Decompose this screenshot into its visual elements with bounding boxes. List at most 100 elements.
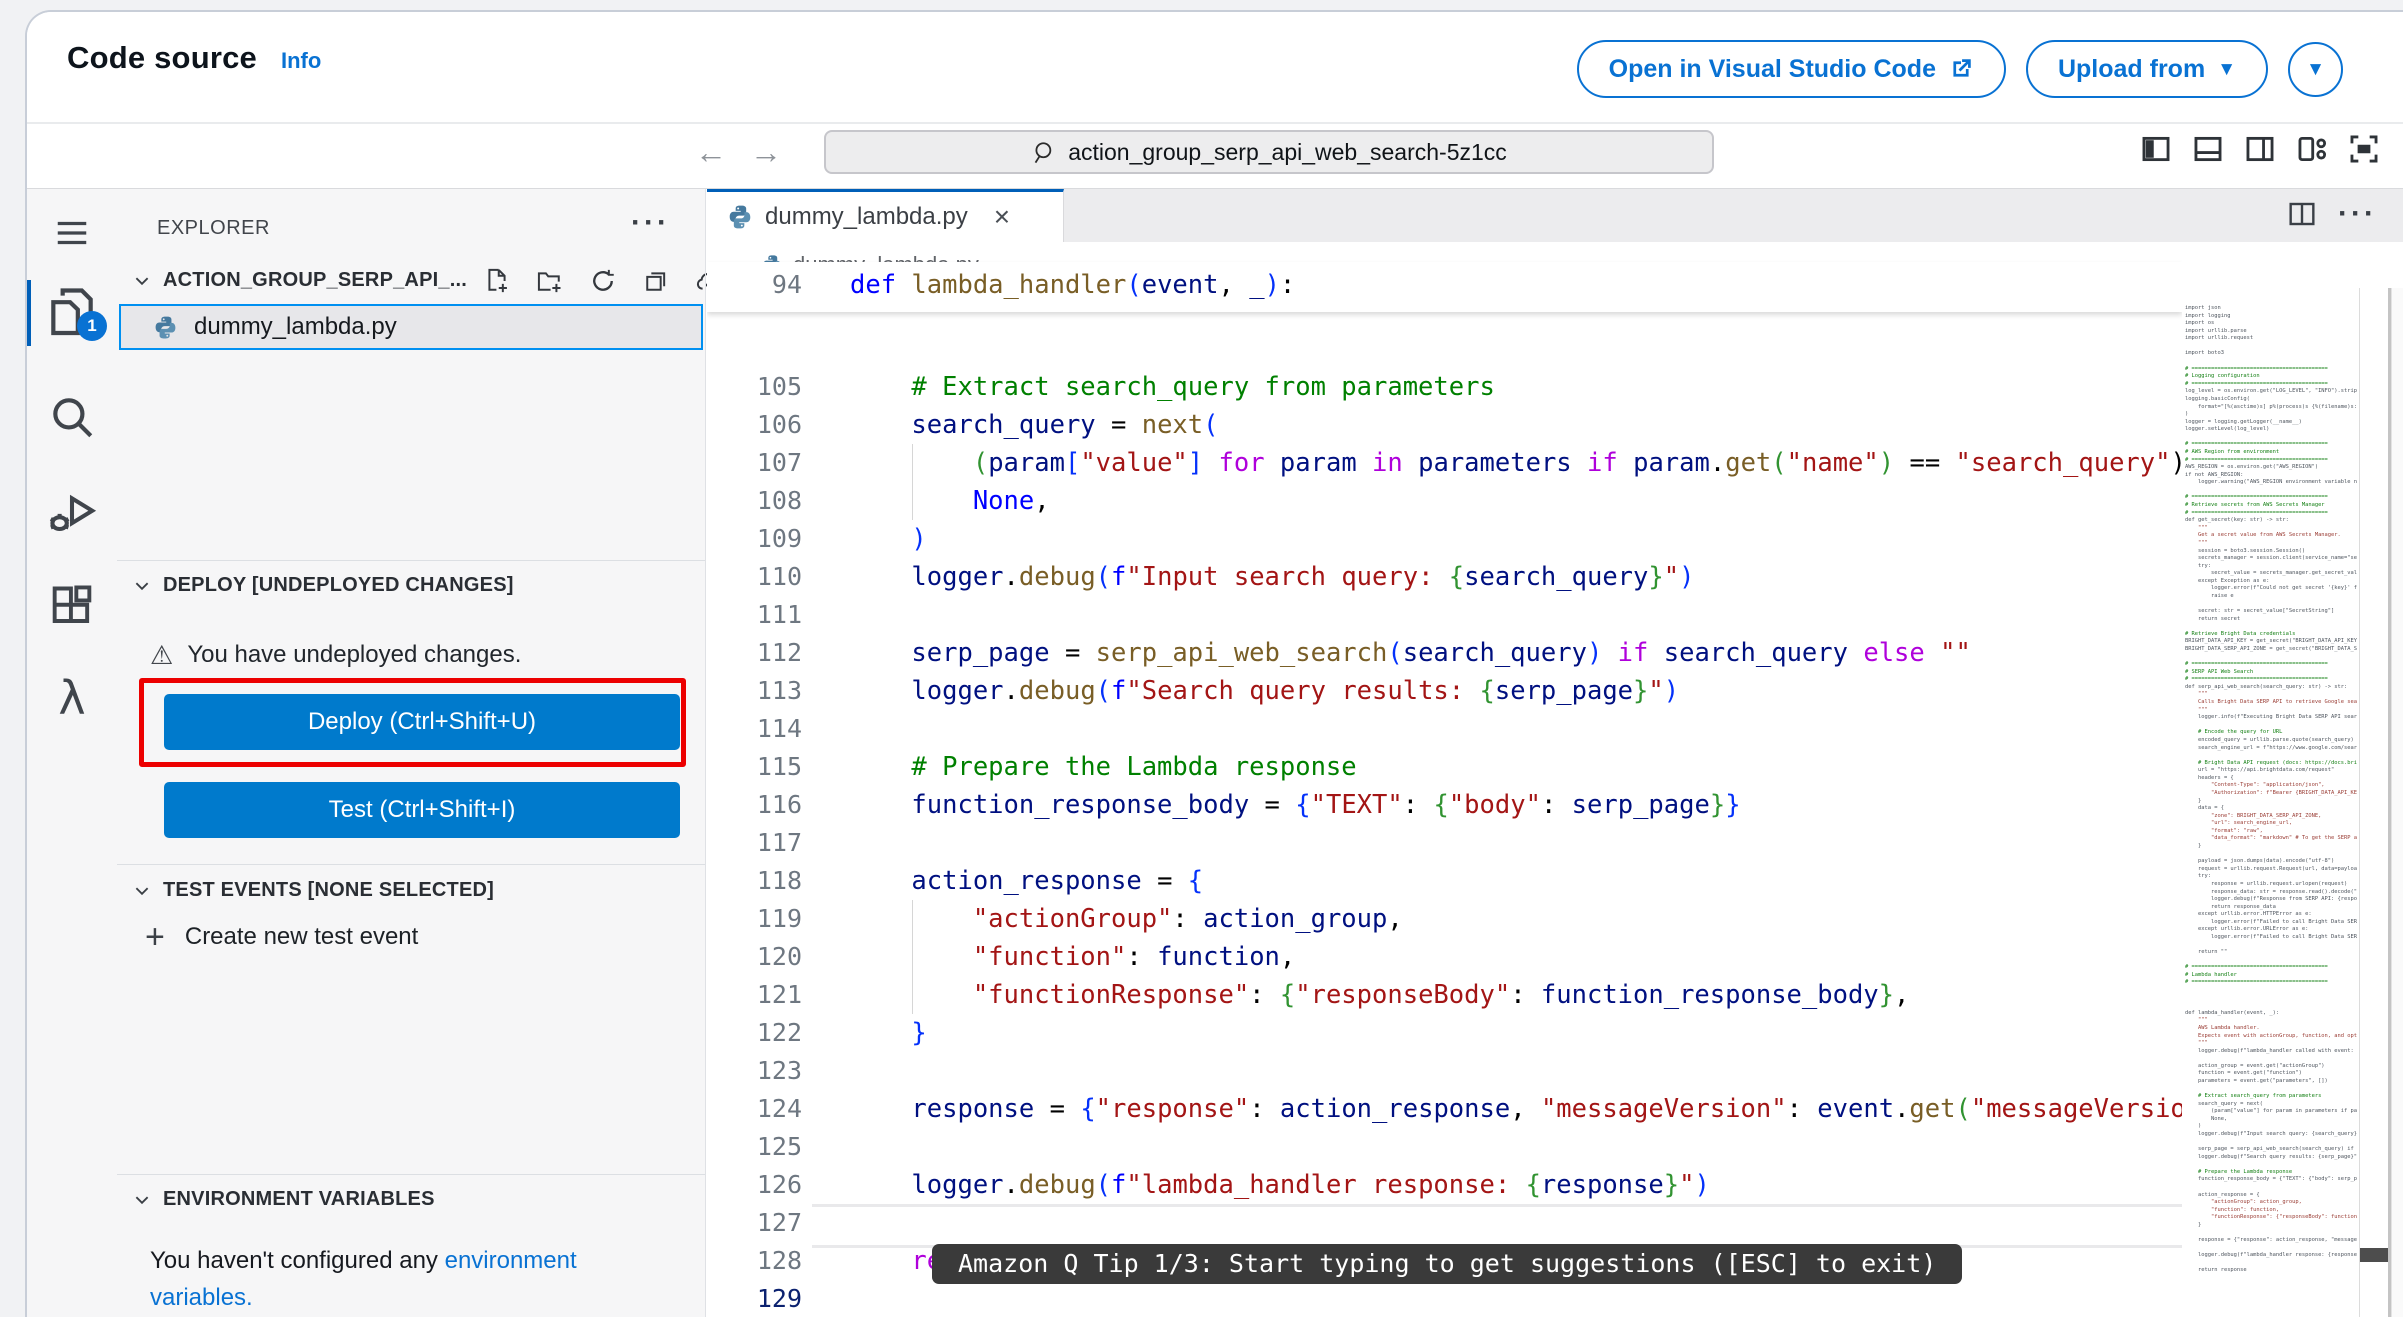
minimap-line: logger.error(f"Failed to call Bright Dat… <box>2210 933 2357 940</box>
minimap-line: logger.debug(f"Input search query: {sear… <box>2185 1131 2357 1138</box>
minimap[interactable]: import json import logging import os import… <box>2185 305 2357 1315</box>
activity-bar: 1 λ <box>27 189 117 1317</box>
warning-icon: ⚠ <box>150 640 174 670</box>
code-line: 129 <box>756 1284 802 1313</box>
explorer-more-icon[interactable]: ··· <box>631 207 670 239</box>
minimap-line: AWS Lambda handler. <box>2185 1024 2260 1031</box>
toggle-panel-icon[interactable] <box>2191 132 2225 166</box>
editor-more-icon[interactable]: ··· <box>2338 198 2377 230</box>
minimap-line: response = urllib.request.urlopen(reques… <box>2185 880 2348 887</box>
deploy-section-header[interactable]: DEPLOY [UNDEPLOYED CHANGES] <box>133 574 514 597</box>
minimap-line: # ======================================… <box>2185 661 2328 668</box>
editor-toolbar: ← → action_group_serp_api_web_search-5z1… <box>27 124 2403 188</box>
back-button[interactable]: ← <box>695 134 727 171</box>
code-line: 123 <box>756 1056 802 1085</box>
code-area[interactable]: 105 # Extract search_query from paramete… <box>707 252 2182 1317</box>
minimap-line <box>2185 1245 2357 1253</box>
minimap-line <box>2185 1230 2357 1238</box>
sidebar-item-extensions[interactable] <box>27 582 117 634</box>
sidebar-item-run-debug[interactable] <box>27 486 117 540</box>
minimap-line <box>2185 487 2357 495</box>
minimap-line: # Retrieve secrets from AWS Secrets Mana… <box>2185 502 2325 509</box>
sidebar-item-explorer[interactable]: 1 <box>27 284 117 341</box>
minimap-line: format="[%(asctime)s] p%(process)s {%(fi… <box>2197 403 2357 410</box>
minimap-line: raise e <box>2185 592 2234 599</box>
minimap-line: parameters = event.get("parameters", []) <box>2185 1077 2328 1084</box>
code-line: 111 <box>756 600 802 629</box>
tab-bar: dummy_lambda.py × ··· <box>707 189 2403 242</box>
python-icon <box>153 315 178 340</box>
minimap-line: secrets_manager = session.client(service… <box>2197 555 2357 562</box>
more-actions-dropdown-button[interactable]: ▼ <box>2288 41 2343 97</box>
deploy-button[interactable]: Deploy (Ctrl+Shift+U) <box>164 694 680 750</box>
toggle-secondary-sidebar-icon[interactable] <box>2243 132 2277 166</box>
info-link[interactable]: Info <box>281 48 321 74</box>
forward-button[interactable]: → <box>750 134 782 171</box>
env-vars-section-header[interactable]: ENVIRONMENT VARIABLES <box>133 1188 435 1211</box>
minimap-line: search_query = next( <box>2185 1100 2263 1107</box>
fullscreen-icon[interactable] <box>2347 132 2381 166</box>
minimap-line: logger.debug(f"Response from SERP API: {… <box>2210 896 2357 903</box>
minimap-line: def get_secret(key: str) -> str: <box>2185 517 2289 524</box>
test-button[interactable]: Test (Ctrl+Shift+I) <box>164 782 680 838</box>
sidebar-item-aws-lambda[interactable]: λ <box>27 671 117 725</box>
minimap-line: # Logging configuration <box>2185 373 2260 380</box>
minimap-line <box>2185 623 2357 631</box>
minimap-line <box>2185 851 2357 859</box>
search-icon <box>1031 139 1058 166</box>
code-line: 122 } <box>756 1018 927 1048</box>
close-icon[interactable]: × <box>994 203 1010 231</box>
minimap-line: # AWS Region from environment <box>2185 448 2280 455</box>
test-events-section-header[interactable]: TEST EVENTS [NONE SELECTED] <box>133 879 494 902</box>
minimap-line: # SERP API Web Search <box>2185 668 2254 675</box>
minimap-line: import urllib.request <box>2185 335 2254 342</box>
minimap-line <box>2185 654 2357 662</box>
minimap-line: """ <box>2185 706 2208 713</box>
file-item-dummy-lambda[interactable]: dummy_lambda.py <box>119 304 703 350</box>
collapse-all-icon[interactable] <box>642 267 670 295</box>
minimap-line: # Prepare the Lambda response <box>2185 1168 2293 1175</box>
minimap-line: encoded_query = urllib.parse.quote(searc… <box>2185 736 2354 743</box>
open-in-vscode-button[interactable]: Open in Visual Studio Code <box>1576 40 2006 98</box>
explorer-panel: EXPLORER ··· ACTION_GROUP_SERP_API_... d… <box>117 189 705 1317</box>
code-line: 119 "actionGroup": action_group, <box>707 900 2182 938</box>
minimap-line: return "" <box>2185 949 2228 956</box>
section-divider <box>117 1174 705 1175</box>
caret-down-icon: ▼ <box>2306 58 2325 80</box>
tab-dummy-lambda[interactable]: dummy_lambda.py × <box>707 189 1064 242</box>
code-line: 94 def lambda_handler(event, _): <box>771 270 1296 300</box>
section-divider <box>117 560 705 561</box>
search-input[interactable]: action_group_serp_api_web_search-5z1cc <box>824 130 1714 174</box>
chevron-down-icon <box>133 577 151 595</box>
minimap-line: "Content-Type": "application/json", <box>2185 782 2325 789</box>
python-icon <box>727 204 753 230</box>
minimap-line: (param["value"] for param in parameters … <box>2210 1108 2357 1115</box>
new-file-icon[interactable] <box>483 267 511 295</box>
minimap-line: secret_value = secrets_manager.get_secre… <box>2210 570 2357 577</box>
create-test-event-button[interactable]: + Create new test event <box>145 920 418 954</box>
minimap-line: # Encode the query for URL <box>2185 729 2283 736</box>
explorer-title: EXPLORER <box>157 217 270 239</box>
toggle-primary-sidebar-icon[interactable] <box>2139 132 2173 166</box>
split-editor-icon[interactable] <box>2286 198 2318 230</box>
minimap-line: # ======================================… <box>2185 365 2328 372</box>
minimap-line <box>2185 434 2357 442</box>
new-folder-icon[interactable] <box>536 267 564 295</box>
code-line: 109 ) <box>756 524 927 554</box>
page-scrollbar-track[interactable] <box>2391 288 2403 1317</box>
customize-layout-icon[interactable] <box>2295 132 2329 166</box>
sidebar-item-search[interactable] <box>27 392 117 442</box>
tree-section-header[interactable]: ACTION_GROUP_SERP_API_... <box>133 269 467 292</box>
plus-icon: + <box>145 918 165 956</box>
minimap-line: except Exception as e: <box>2185 577 2270 584</box>
minimap-line: ) <box>2185 411 2189 418</box>
minimap-line: function = event.get("function") <box>2185 1070 2302 1077</box>
minimap-line: session = boto3.session.Session() <box>2185 547 2306 554</box>
upload-from-button[interactable]: Upload from ▼ <box>2025 40 2268 98</box>
minimap-line: AWS_REGION = os.environ.get("AWS_REGION"… <box>2185 464 2319 471</box>
refresh-icon[interactable] <box>589 267 617 295</box>
minimap-line: import os <box>2185 320 2215 327</box>
menu-button[interactable] <box>27 214 117 252</box>
section-divider <box>117 864 705 865</box>
page-title: Code source <box>67 40 257 75</box>
